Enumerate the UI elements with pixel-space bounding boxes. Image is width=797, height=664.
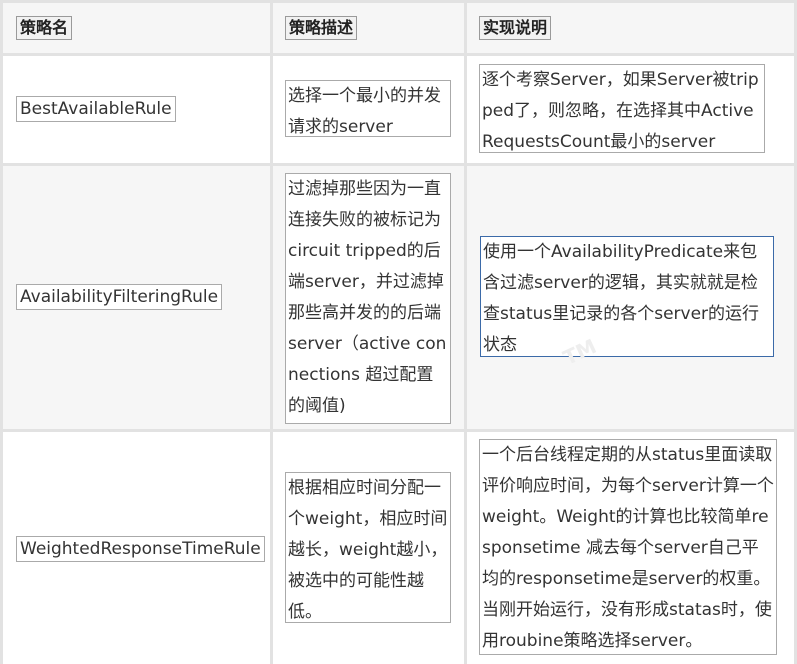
row2-name-cell: AvailabilityFilteringRule	[3, 166, 270, 429]
row2-desc-cell: 过滤掉那些因为一直连接失败的被标记为circuit tripped的后端serv…	[273, 166, 464, 429]
row1-name: BestAvailableRule	[16, 96, 176, 122]
row2-desc: 过滤掉那些因为一直连接失败的被标记为circuit tripped的后端serv…	[285, 173, 451, 424]
row1-desc-cell: 选择一个最小的并发请求的server	[273, 56, 464, 163]
strategy-table: 策略名 策略描述 实现说明 BestAvailableRule 选择一个最小的并…	[0, 0, 797, 664]
row1-name-cell: BestAvailableRule	[3, 56, 270, 163]
row2-impl: 使用一个AvailabilityPredicate来包含过滤server的逻辑，…	[480, 236, 774, 357]
header-cell-impl: 实现说明	[467, 3, 794, 53]
row3-impl: 一个后台线程定期的从status里面读取评价响应时间，为每个server计算一个…	[479, 439, 777, 655]
header-name-label: 策略名	[16, 16, 73, 40]
header-cell-desc: 策略描述	[273, 3, 464, 53]
row3-impl-cell: 一个后台线程定期的从status里面读取评价响应时间，为每个server计算一个…	[467, 432, 794, 664]
row3-desc-cell: 根据相应时间分配一个weight，相应时间越长，weight越小，被选中的可能性…	[273, 432, 464, 664]
row1-desc: 选择一个最小的并发请求的server	[285, 80, 451, 137]
header-impl-label: 实现说明	[479, 16, 552, 40]
row2-name: AvailabilityFilteringRule	[16, 284, 223, 310]
row3-name: WeightedResponseTimeRule	[16, 536, 265, 562]
row3-name-cell: WeightedResponseTimeRule	[3, 432, 270, 664]
row3-desc: 根据相应时间分配一个weight，相应时间越长，weight越小，被选中的可能性…	[285, 472, 451, 623]
row1-impl-cell: 逐个考察Server，如果Server被tripped了，则忽略，在选择其中Ac…	[467, 56, 794, 163]
header-desc-label: 策略描述	[285, 16, 358, 40]
header-cell-name: 策略名	[3, 3, 270, 53]
row1-impl: 逐个考察Server，如果Server被tripped了，则忽略，在选择其中Ac…	[479, 64, 765, 153]
row2-impl-cell: 使用一个AvailabilityPredicate来包含过滤server的逻辑，…	[467, 166, 794, 429]
